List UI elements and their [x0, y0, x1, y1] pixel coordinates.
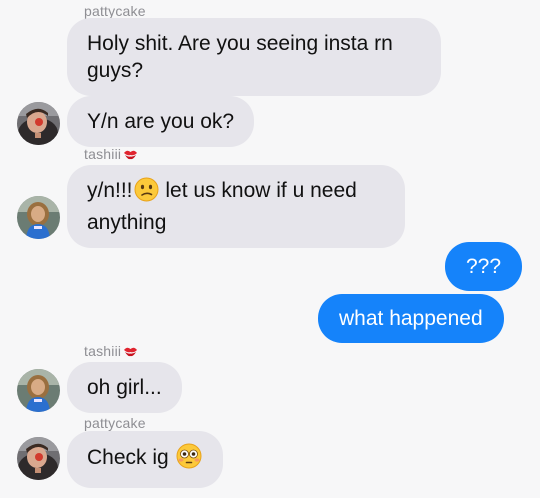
avatar-photo-icon	[17, 196, 60, 239]
flushed-face-icon	[176, 443, 202, 476]
message-text: ???	[466, 255, 502, 278]
message-text: Y/n are you ok?	[87, 110, 235, 133]
sender-name: tashiii	[84, 343, 138, 361]
sender-name: pattycake	[84, 3, 146, 19]
message-text: Check ig	[87, 446, 169, 469]
outgoing-message-bubble[interactable]: ???	[445, 242, 523, 291]
avatar-photo-icon	[17, 369, 60, 412]
incoming-message-bubble[interactable]: Holy shit. Are you seeing insta rn guys?	[67, 18, 441, 96]
outgoing-message-bubble[interactable]: what happened	[318, 294, 504, 343]
sender-name: tashiii	[84, 146, 138, 164]
confused-face-icon	[134, 177, 159, 209]
incoming-message-bubble[interactable]: y/n!!! let us know if u need anything	[67, 165, 405, 248]
sender-name-text: tashiii	[84, 343, 122, 359]
sender-name-text: tashiii	[84, 146, 122, 162]
kiss-mark-icon	[123, 148, 138, 164]
message-text: Holy shit. Are you seeing insta rn guys?	[87, 32, 393, 82]
incoming-message-bubble[interactable]: oh girl...	[67, 362, 182, 413]
incoming-message-bubble[interactable]: Check ig	[67, 431, 223, 488]
kiss-mark-icon	[123, 345, 138, 361]
avatar-tashiii[interactable]	[17, 196, 60, 239]
avatar-tashiii[interactable]	[17, 369, 60, 412]
avatar-pattycake[interactable]	[17, 102, 60, 145]
avatar-pattycake[interactable]	[17, 437, 60, 480]
message-text: y/n!!!	[87, 179, 133, 202]
sender-name: pattycake	[84, 415, 146, 431]
message-text: what happened	[339, 307, 483, 330]
incoming-message-bubble[interactable]: Y/n are you ok?	[67, 96, 255, 147]
message-text: oh girl...	[87, 376, 162, 399]
avatar-photo-icon	[17, 102, 60, 145]
avatar-photo-icon	[17, 437, 60, 480]
